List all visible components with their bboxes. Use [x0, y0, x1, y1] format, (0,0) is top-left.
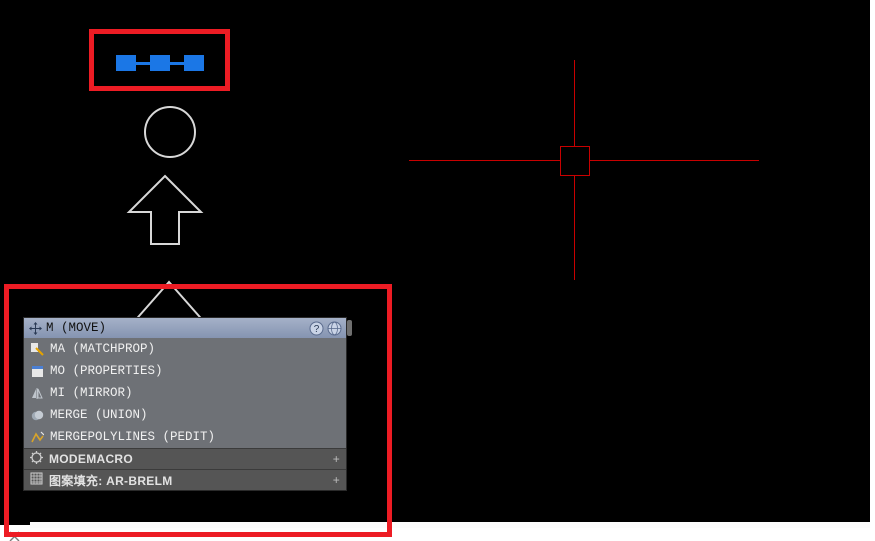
autocomplete-list: MA (MATCHPROP) MO (PROPERTIES) MI (MIRRO…	[24, 338, 346, 448]
move-icon	[28, 321, 42, 335]
matchprop-icon	[30, 342, 44, 356]
hatch-icon	[30, 472, 43, 488]
drawing-object-circle[interactable]	[144, 106, 196, 158]
help-icon[interactable]: ?	[308, 320, 324, 336]
linetype-preview	[116, 55, 204, 71]
autocomplete-item-label: MA (MATCHPROP)	[50, 342, 155, 356]
autocomplete-item[interactable]: MI (MIRROR)	[24, 382, 346, 404]
command-autocomplete-panel[interactable]: M (MOVE) ? MA (MATCHPROP) MO (PROPERTIES…	[24, 318, 346, 490]
crosshair-cursor	[574, 160, 575, 161]
gear-icon	[30, 451, 43, 467]
autocomplete-item-label: MERGEPOLYLINES (PEDIT)	[50, 430, 215, 444]
autocomplete-selected-row[interactable]: M (MOVE) ?	[24, 318, 346, 338]
autocomplete-sysvar-row[interactable]: MODEMACRO +	[24, 448, 346, 469]
scrollbar-thumb[interactable]	[347, 320, 352, 336]
hatch-label: 图案填充: AR-BRELM	[49, 472, 173, 489]
linetype-square-icon	[184, 55, 204, 71]
internet-search-icon[interactable]	[326, 320, 342, 336]
svg-text:?: ?	[313, 324, 319, 335]
union-icon	[30, 408, 44, 422]
cad-drawing-canvas[interactable]: M (MOVE) ? MA (MATCHPROP) MO (PROPERTIES…	[0, 0, 870, 525]
linetype-square-icon	[116, 55, 136, 71]
expand-icon[interactable]: +	[333, 452, 340, 466]
linetype-dash-icon	[170, 62, 184, 65]
pedit-icon	[30, 430, 44, 444]
autocomplete-header-label: M (MOVE)	[46, 321, 306, 335]
expand-icon[interactable]: +	[333, 473, 340, 487]
mirror-icon	[30, 386, 44, 400]
command-line-stub[interactable]	[8, 530, 20, 541]
close-icon[interactable]	[8, 530, 20, 541]
sysvar-label: MODEMACRO	[49, 452, 133, 466]
linetype-square-icon	[150, 55, 170, 71]
autocomplete-hatch-row[interactable]: 图案填充: AR-BRELM +	[24, 469, 346, 490]
autocomplete-item[interactable]: MA (MATCHPROP)	[24, 338, 346, 360]
linetype-dash-icon	[136, 62, 150, 65]
autocomplete-item[interactable]: MERGE (UNION)	[24, 404, 346, 426]
properties-icon	[30, 364, 44, 378]
autocomplete-item[interactable]: MO (PROPERTIES)	[24, 360, 346, 382]
statusbar-strip	[30, 522, 870, 528]
autocomplete-item-label: MI (MIRROR)	[50, 386, 133, 400]
autocomplete-item-label: MO (PROPERTIES)	[50, 364, 163, 378]
autocomplete-item-label: MERGE (UNION)	[50, 408, 148, 422]
autocomplete-item[interactable]: MERGEPOLYLINES (PEDIT)	[24, 426, 346, 448]
drawing-object-polyline-arrow[interactable]	[125, 172, 205, 250]
crosshair-pickbox	[560, 146, 590, 176]
